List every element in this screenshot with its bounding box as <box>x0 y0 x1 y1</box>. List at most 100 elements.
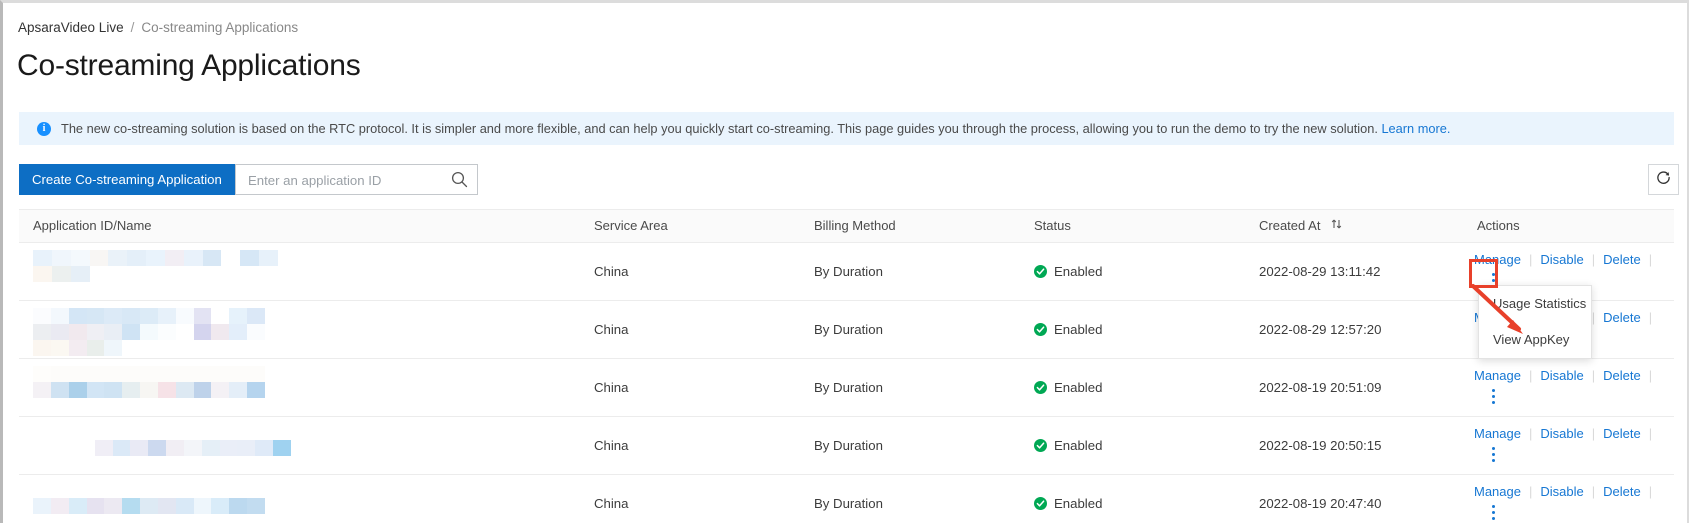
redaction-block <box>247 482 265 498</box>
redaction-block <box>247 382 265 398</box>
action-link-delete[interactable]: Delete <box>1603 252 1641 267</box>
redaction-block <box>221 282 241 298</box>
redaction-block <box>164 266 184 282</box>
redaction-block <box>183 282 203 298</box>
search-icon[interactable] <box>451 171 468 188</box>
action-link-manage[interactable]: Manage <box>1474 252 1521 267</box>
learn-more-link[interactable]: Learn more. <box>1381 121 1450 136</box>
info-banner-text: The new co-streaming solution is based o… <box>61 121 1450 136</box>
refresh-button[interactable] <box>1648 164 1679 195</box>
column-header-created-at[interactable]: Created At <box>1259 210 1342 242</box>
column-header-created-at-label: Created At <box>1259 218 1321 233</box>
cell-service-area: China <box>594 380 629 395</box>
redaction-block <box>148 456 167 472</box>
redaction-block <box>219 424 238 440</box>
redaction-block <box>175 498 194 514</box>
redaction-block <box>193 482 212 498</box>
redaction-block <box>104 324 123 340</box>
redaction-block <box>59 456 77 472</box>
cell-billing-method: By Duration <box>814 322 883 337</box>
table-header-row: Application ID/Name Service Area Billing… <box>19 209 1674 243</box>
redaction-block <box>104 308 123 324</box>
action-link-manage[interactable]: Manage <box>1474 426 1521 441</box>
redaction-block <box>157 398 176 414</box>
redaction-block <box>127 266 147 282</box>
redaction-block <box>68 382 87 398</box>
action-link-manage[interactable]: Manage <box>1474 368 1521 383</box>
action-link-delete[interactable]: Delete <box>1603 426 1641 441</box>
redaction-block <box>33 398 51 414</box>
search-input[interactable] <box>246 165 440 196</box>
redaction-block <box>140 398 158 414</box>
action-divider: | <box>1528 484 1533 499</box>
three-dots-vertical-icon[interactable] <box>1486 447 1500 464</box>
redaction-block <box>229 340 248 356</box>
redaction-block <box>86 514 105 523</box>
action-divider: | <box>1591 368 1596 383</box>
redaction-block <box>247 308 265 324</box>
action-divider: | <box>1648 368 1653 383</box>
redaction-block <box>229 382 248 398</box>
redaction-block <box>127 282 147 298</box>
cell-service-area: China <box>594 438 629 453</box>
redaction-block <box>193 324 212 340</box>
redaction-block <box>146 266 165 282</box>
action-link-disable[interactable]: Disable <box>1540 484 1583 499</box>
redaction-block <box>68 324 87 340</box>
info-banner-message: The new co-streaming solution is based o… <box>61 121 1382 136</box>
redaction-block <box>140 382 158 398</box>
action-link-disable[interactable]: Disable <box>1540 368 1583 383</box>
row-actions-dropdown-menu[interactable]: Usage Statistics View AppKey <box>1478 285 1592 359</box>
three-dots-vertical-icon[interactable] <box>1486 389 1500 406</box>
application-id-name-redacted <box>33 308 265 356</box>
action-link-disable[interactable]: Disable <box>1540 426 1583 441</box>
redaction-block <box>183 440 202 456</box>
create-co-streaming-application-button[interactable]: Create Co-streaming Application <box>19 164 235 195</box>
action-links: Manage | Disable | Delete | <box>1474 252 1660 267</box>
redaction-block <box>157 366 176 382</box>
redaction-block <box>68 482 87 498</box>
redaction-block <box>108 266 128 282</box>
redaction-block <box>59 424 77 440</box>
redaction-block <box>237 424 256 440</box>
three-dots-vertical-icon[interactable] <box>1486 505 1500 522</box>
cell-billing-method: By Duration <box>814 438 883 453</box>
sort-icon[interactable] <box>1331 210 1342 242</box>
cell-status: Enabled <box>1034 380 1102 395</box>
redaction-block <box>104 498 123 514</box>
redaction-block <box>193 498 212 514</box>
redaction-block <box>237 456 256 472</box>
menu-item-usage-statistics[interactable]: Usage Statistics <box>1479 286 1591 322</box>
redaction-block <box>146 250 165 266</box>
info-icon: i <box>37 121 51 136</box>
action-divider: | <box>1648 252 1653 267</box>
redaction-block <box>193 308 212 324</box>
action-link-delete[interactable]: Delete <box>1603 310 1641 325</box>
redaction-block <box>122 514 141 523</box>
action-link-delete[interactable]: Delete <box>1603 368 1641 383</box>
cell-billing-method: By Duration <box>814 496 883 511</box>
redaction-block <box>112 440 131 456</box>
redaction-block <box>211 514 230 523</box>
redaction-block <box>183 456 202 472</box>
search-box[interactable] <box>235 164 478 196</box>
redaction-block <box>175 482 194 498</box>
check-circle-icon <box>1034 323 1047 336</box>
cell-service-area: China <box>594 264 629 279</box>
table-row: China By Duration Enabled 2022-08-29 12:57:… <box>19 301 1674 359</box>
redaction-block <box>130 440 149 456</box>
action-link-manage[interactable]: Manage <box>1474 484 1521 499</box>
cell-status: Enabled <box>1034 322 1102 337</box>
action-link-disable[interactable]: Disable <box>1540 252 1583 267</box>
redaction-block <box>112 424 131 440</box>
check-circle-icon <box>1034 265 1047 278</box>
breadcrumb: ApsaraVideo Live / Co-streaming Applicatio… <box>18 20 298 35</box>
redaction-block <box>193 514 212 523</box>
redaction-block <box>86 308 105 324</box>
menu-item-view-appkey[interactable]: View AppKey <box>1479 322 1591 358</box>
action-divider: | <box>1591 484 1596 499</box>
action-link-delete[interactable]: Delete <box>1603 484 1641 499</box>
breadcrumb-root[interactable]: ApsaraVideo Live <box>18 20 124 35</box>
redaction-block <box>50 482 69 498</box>
redaction-block <box>50 398 69 414</box>
